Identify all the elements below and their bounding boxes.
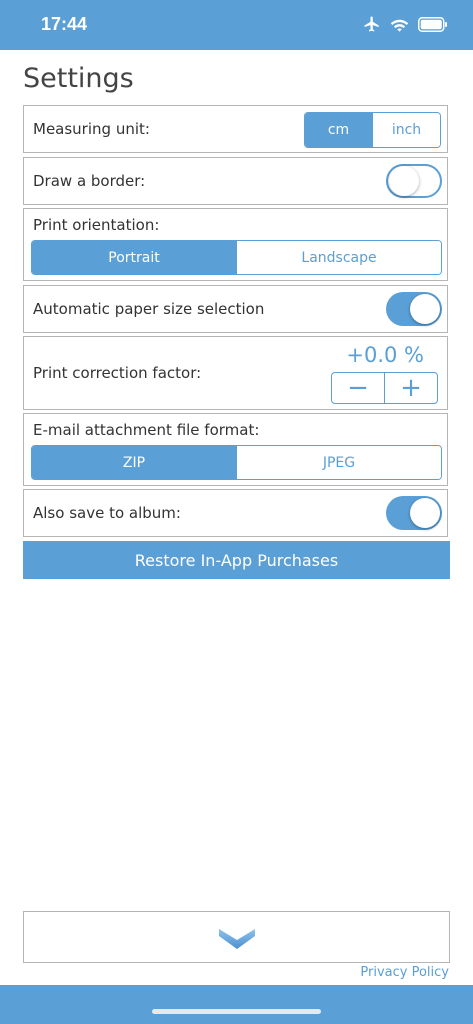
measuring-unit-label: Measuring unit:: [33, 120, 150, 138]
orientation-option-landscape[interactable]: Landscape: [236, 241, 441, 274]
print-orientation-row: Print orientation: Portrait Landscape: [23, 208, 448, 281]
draw-border-toggle[interactable]: [386, 164, 442, 198]
draw-border-row: Draw a border:: [23, 157, 448, 205]
orientation-option-portrait[interactable]: Portrait: [32, 241, 236, 274]
attachment-format-label: E-mail attachment file format:: [33, 421, 260, 439]
restore-purchases-button[interactable]: Restore In-App Purchases: [23, 541, 450, 579]
toggle-knob: [410, 498, 440, 528]
attachment-format-row: E-mail attachment file format: ZIP JPEG: [23, 413, 448, 486]
draw-border-label: Draw a border:: [33, 172, 146, 190]
home-indicator[interactable]: [152, 1009, 321, 1014]
print-orientation-label: Print orientation:: [33, 216, 160, 234]
unit-option-cm[interactable]: cm: [305, 113, 372, 147]
save-album-toggle[interactable]: [386, 496, 442, 530]
status-icons: [363, 15, 448, 33]
orientation-segmented-control: Portrait Landscape: [31, 240, 442, 275]
toggle-knob: [410, 294, 440, 324]
unit-option-inch[interactable]: inch: [372, 113, 440, 147]
page-title: Settings: [23, 63, 134, 94]
format-option-jpeg[interactable]: JPEG: [236, 446, 441, 479]
toggle-knob: [389, 166, 419, 196]
footer-bar: [0, 985, 473, 1024]
increment-button[interactable]: +: [384, 373, 437, 403]
measuring-unit-segmented-control: cm inch: [304, 112, 441, 148]
decrement-button[interactable]: −: [332, 373, 384, 403]
battery-icon: [418, 16, 447, 32]
correction-factor-label: Print correction factor:: [33, 364, 202, 382]
paper-size-row: Automatic paper size selection: [23, 285, 448, 333]
paper-size-label: Automatic paper size selection: [33, 300, 265, 318]
save-album-label: Also save to album:: [33, 504, 181, 522]
wifi-icon: [390, 19, 409, 32]
correction-factor-value: +0.0 %: [346, 343, 424, 367]
correction-stepper: − +: [331, 372, 438, 404]
collapse-panel[interactable]: [23, 911, 450, 963]
attachment-format-segmented-control: ZIP JPEG: [31, 445, 442, 480]
chevron-down-icon: [219, 929, 255, 949]
correction-factor-row: Print correction factor: +0.0 % − +: [23, 336, 448, 410]
format-option-zip[interactable]: ZIP: [32, 446, 236, 479]
measuring-unit-row: Measuring unit: cm inch: [23, 105, 448, 153]
save-album-row: Also save to album:: [23, 489, 448, 537]
airplane-icon: [364, 16, 379, 32]
privacy-policy-link[interactable]: Privacy Policy: [360, 965, 449, 980]
status-time: 17:44: [41, 14, 88, 34]
paper-size-toggle[interactable]: [386, 292, 442, 326]
status-bar: 17:44: [0, 0, 473, 50]
